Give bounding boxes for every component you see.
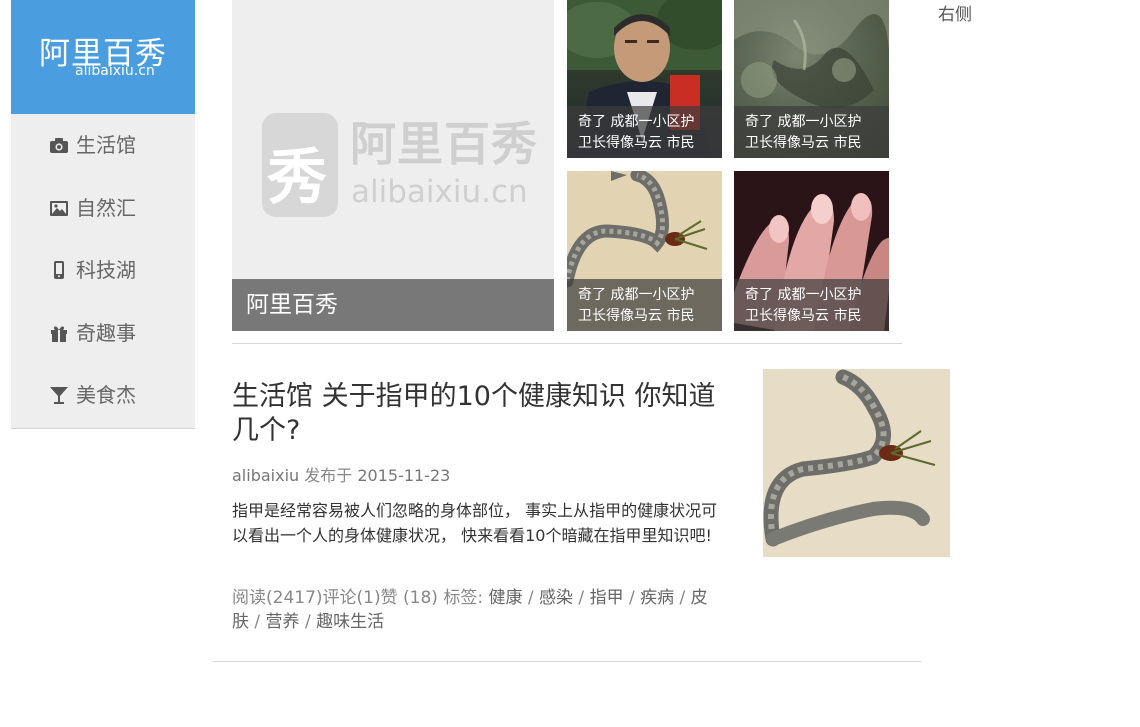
nav-label: 科技湖 (76, 258, 136, 283)
tag-link[interactable]: 指甲 (590, 588, 624, 608)
nav-label: 生活馆 (76, 133, 136, 158)
cocktail-glass-icon (49, 385, 69, 405)
nav-item-ziranhui[interactable]: 自然汇 (11, 177, 195, 240)
logo-text-en: alibaixiu.cn (75, 63, 155, 79)
nav-item-shenghuoguan[interactable]: 生活馆 (11, 114, 195, 177)
tag-link[interactable]: 营养 (266, 612, 300, 632)
nav-item-kejihu[interactable]: 科技湖 (11, 239, 195, 302)
article-stats: 阅读(2417)评论(1)赞 (18) 标签: 健康 / 感染 / 指甲 / 疾… (232, 588, 708, 632)
gift-icon (49, 323, 69, 343)
tag-link[interactable]: 疾病 (640, 588, 674, 608)
article-author[interactable]: alibaixiu (232, 466, 299, 485)
thumb-caption: 奇了 成都一小区护 卫长得像马云 市民 (567, 279, 722, 331)
like-link[interactable]: 赞 (381, 588, 398, 608)
thumb-news-1[interactable]: 奇了 成都一小区护 卫长得像马云 市民 (567, 0, 722, 158)
thumb-news-3[interactable]: 奇了 成都一小区护 卫长得像马云 市民 (567, 171, 722, 331)
thumb-news-4[interactable]: 奇了 成都一小区护 卫长得像马云 市民 (734, 171, 889, 331)
site-logo[interactable]: 阿里百秀 alibaixiu.cn (11, 0, 195, 114)
phone-icon (49, 260, 69, 280)
article-divider (213, 661, 921, 662)
picture-icon (49, 198, 69, 218)
article-meta: alibaixiu 发布于 2015-11-23 (232, 462, 450, 486)
right-column-label: 右侧 (938, 5, 972, 25)
watermark-text-cn: 阿里百秀 (350, 117, 538, 171)
nav-item-meishijie[interactable]: 美食杰 (11, 364, 195, 427)
nav-label: 自然汇 (76, 195, 136, 220)
watermark-text-en: alibaixiu.cn (351, 174, 528, 210)
section-divider (232, 343, 902, 344)
tag-link[interactable]: 感染 (539, 588, 573, 608)
camera-icon (49, 135, 69, 155)
tags-label: 标签: (443, 588, 484, 608)
snake-photo-image (763, 369, 936, 547)
tag-link[interactable]: 趣味生活 (316, 612, 384, 632)
sidebar: 阿里百秀 alibaixiu.cn 生活馆 自然汇 科技湖 奇趣事 美食杰 (11, 0, 195, 429)
article-thumbnail[interactable] (763, 369, 950, 557)
watermark-glyph: 秀 (267, 143, 327, 213)
published-label: 发布于 (304, 466, 353, 485)
watermark-logo-icon: 秀 (262, 113, 338, 217)
article-title[interactable]: 生活馆 关于指甲的10个健康知识 你知道几个? (232, 380, 732, 448)
read-label: 阅读 (232, 588, 266, 608)
nav-label: 奇趣事 (76, 320, 136, 345)
thumb-caption: 奇了 成都一小区护 卫长得像马云 市民 (734, 279, 889, 331)
tag-link[interactable]: 健康 (488, 588, 522, 608)
comment-count: (1) (356, 588, 381, 608)
like-count: (18) (403, 588, 438, 608)
featured-caption[interactable]: 阿里百秀 (232, 279, 554, 331)
comment-link[interactable]: 评论 (323, 588, 357, 608)
article-date: 2015-11-23 (357, 466, 451, 485)
thumb-news-2[interactable]: 奇了 成都一小区护 卫长得像马云 市民 (734, 0, 889, 158)
featured-slide[interactable]: 秀 阿里百秀 alibaixiu.cn 阿里百秀 (232, 0, 554, 331)
thumb-caption: 奇了 成都一小区护 卫长得像马云 市民 (734, 106, 889, 158)
article-excerpt: 指甲是经常容易被人们忽略的身体部位， 事实上从指甲的健康状况可以看出一个人的身体… (232, 501, 718, 545)
nav-item-qiqushi[interactable]: 奇趣事 (11, 302, 195, 365)
nav-label: 美食杰 (76, 383, 136, 408)
read-count: (2417) (266, 588, 323, 608)
thumb-caption: 奇了 成都一小区护 卫长得像马云 市民 (567, 106, 722, 158)
